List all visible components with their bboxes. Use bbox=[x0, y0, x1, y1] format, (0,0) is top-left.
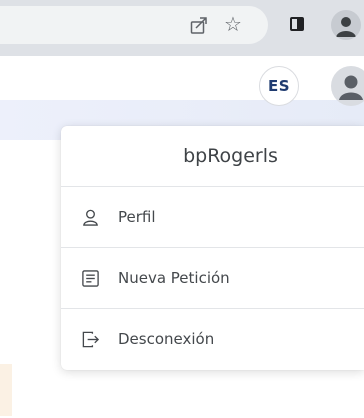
menu-item-new-request[interactable]: Nueva Petición bbox=[61, 248, 364, 308]
avatar-icon bbox=[339, 75, 363, 100]
menu-username: bpRogerls bbox=[183, 145, 278, 167]
share-icon[interactable] bbox=[189, 15, 209, 35]
menu-item-label: Perfil bbox=[118, 208, 156, 226]
page-side-strip bbox=[0, 364, 12, 416]
star-icon[interactable]: ☆ bbox=[222, 13, 244, 35]
menu-item-logout[interactable]: Desconexión bbox=[61, 309, 364, 369]
user-menu: bpRogerls Perfil Nueva Petición Desconex… bbox=[61, 126, 364, 370]
menu-item-profile[interactable]: Perfil bbox=[61, 187, 364, 247]
menu-item-label: Nueva Petición bbox=[118, 269, 230, 287]
logout-icon bbox=[82, 331, 100, 348]
menu-item-label: Desconexión bbox=[118, 330, 215, 348]
browser-toolbar: ☆ bbox=[0, 0, 364, 56]
user-avatar-button[interactable] bbox=[331, 66, 364, 106]
person-icon bbox=[83, 209, 98, 226]
language-button[interactable]: ES bbox=[259, 66, 299, 106]
profile-icon[interactable] bbox=[331, 10, 361, 40]
document-icon bbox=[82, 270, 99, 287]
side-panel-icon[interactable] bbox=[290, 17, 304, 31]
